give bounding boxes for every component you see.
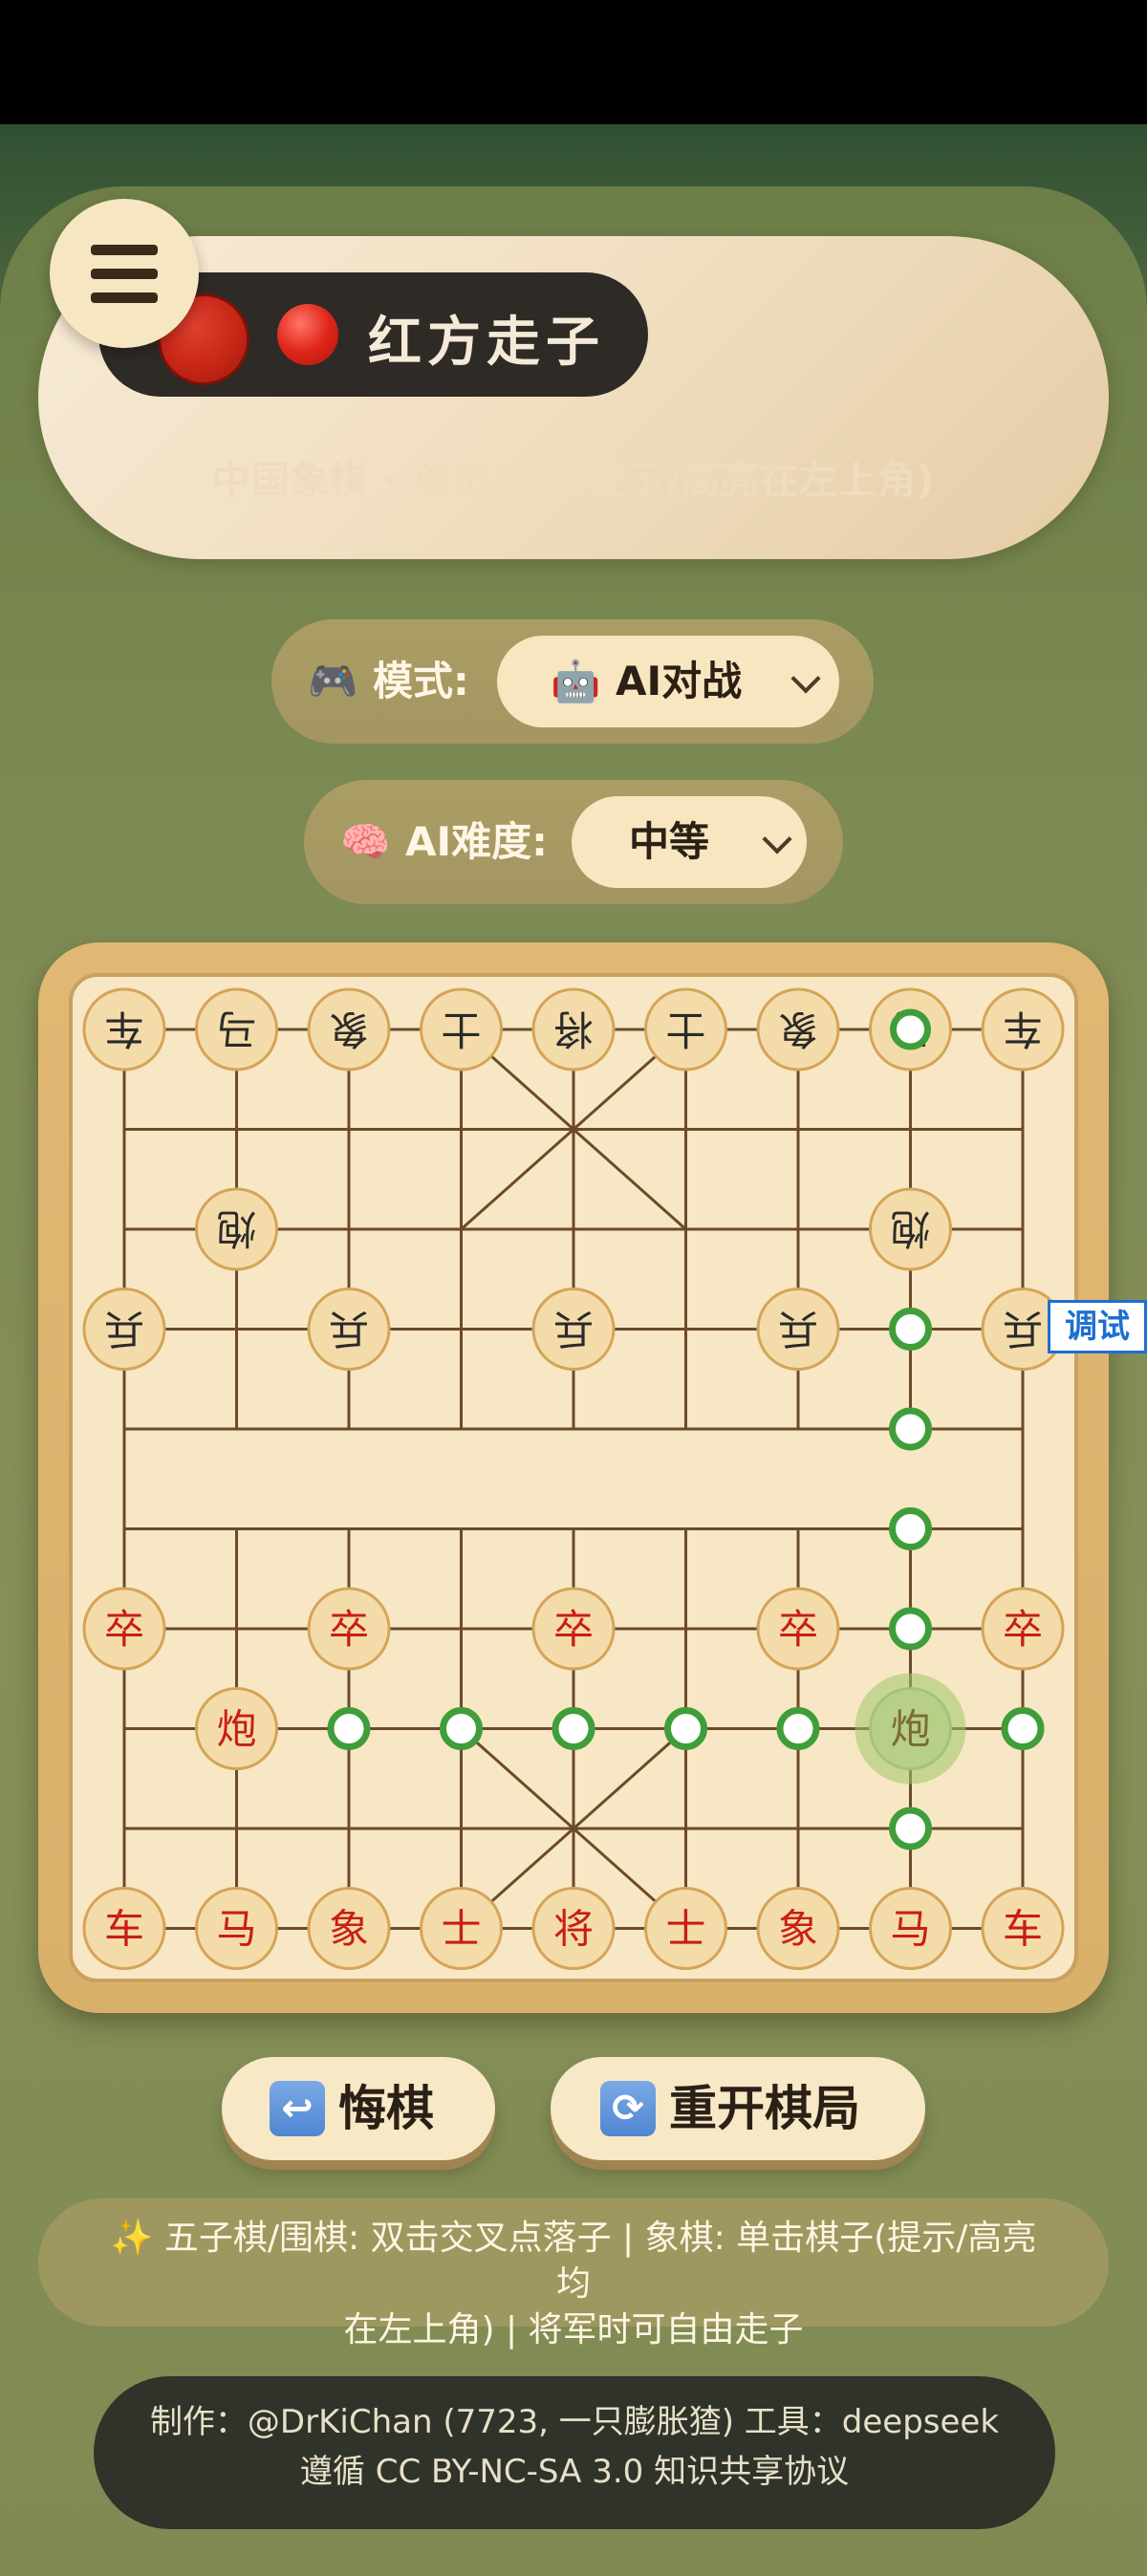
black-piece[interactable]: 炮 xyxy=(869,1187,952,1271)
black-piece[interactable]: 象 xyxy=(307,987,391,1072)
red-piece[interactable]: 马 xyxy=(869,1887,952,1970)
piece-label: 卒 xyxy=(553,1606,594,1653)
red-piece[interactable]: 象 xyxy=(307,1887,391,1970)
red-piece[interactable]: 卒 xyxy=(82,1587,166,1671)
red-piece[interactable]: 士 xyxy=(644,1887,727,1970)
piece-label: 卒 xyxy=(778,1606,818,1653)
move-hint-marker[interactable] xyxy=(327,1707,371,1750)
red-piece[interactable]: 卒 xyxy=(531,1587,616,1671)
red-piece[interactable]: 卒 xyxy=(307,1587,391,1671)
move-hint-marker[interactable] xyxy=(889,1308,932,1351)
debug-button[interactable]: 调试 xyxy=(1048,1300,1147,1353)
red-piece[interactable]: 车 xyxy=(82,1887,166,1970)
black-piece[interactable]: 兵 xyxy=(82,1288,166,1371)
piece-label: 士 xyxy=(665,1006,705,1052)
footer-line-2: 遵循 CC BY-NC-SA 3.0 知识共享协议 xyxy=(299,2453,850,2491)
piece-label: 炮 xyxy=(890,1706,930,1753)
red-piece[interactable]: 卒 xyxy=(756,1587,840,1671)
move-hint-marker[interactable] xyxy=(440,1707,483,1750)
hamburger-icon-line xyxy=(91,245,158,255)
hamburger-icon-line xyxy=(91,269,158,279)
piece-label: 象 xyxy=(329,1906,369,1953)
move-hint-marker[interactable] xyxy=(889,1607,932,1651)
piece-label: 车 xyxy=(104,1006,144,1052)
piece-label: 马 xyxy=(216,1906,256,1953)
piece-label: 将 xyxy=(553,1906,594,1953)
restart-button[interactable]: ⟳ 重开棋局 xyxy=(551,2057,925,2160)
undo-arrow-icon: ↩ xyxy=(270,2080,325,2136)
black-piece[interactable]: 车 xyxy=(981,987,1065,1072)
move-hint-marker[interactable] xyxy=(776,1707,820,1750)
move-hint-marker[interactable] xyxy=(664,1707,707,1750)
menu-button[interactable] xyxy=(50,199,199,348)
move-hint-marker[interactable] xyxy=(889,1507,932,1550)
piece-label: 象 xyxy=(778,1006,818,1052)
black-piece[interactable]: 马 xyxy=(195,987,278,1072)
black-piece[interactable]: 兵 xyxy=(531,1288,616,1371)
move-hint-marker[interactable] xyxy=(1001,1707,1045,1750)
black-piece[interactable]: 士 xyxy=(420,987,503,1072)
red-piece[interactable]: 卒 xyxy=(981,1587,1065,1671)
black-piece[interactable]: 象 xyxy=(756,987,840,1072)
undo-button[interactable]: ↩ 悔棋 xyxy=(222,2057,495,2160)
footer-credits: 制作：@DrKiChan (7723, 一只膨胀猹) 工具：deepseek 遵… xyxy=(94,2376,1055,2529)
piece-label: 炮 xyxy=(216,1205,256,1252)
piece-label: 卒 xyxy=(104,1606,144,1653)
hamburger-icon-line xyxy=(91,292,158,303)
refresh-icon: ⟳ xyxy=(600,2080,656,2136)
black-piece[interactable]: 士 xyxy=(644,987,727,1072)
move-hint-marker[interactable] xyxy=(889,1807,932,1851)
piece-label: 卒 xyxy=(1003,1606,1043,1653)
tips-line-1: ✨ 五子棋/围棋: 双击交叉点落子 | 象棋: 单击棋子(提示/高亮均 xyxy=(110,2219,1037,2304)
red-piece[interactable]: 车 xyxy=(981,1887,1065,1970)
move-hint-marker[interactable] xyxy=(552,1707,595,1750)
piece-label: 兵 xyxy=(104,1306,144,1353)
piece-label: 兵 xyxy=(1003,1306,1043,1353)
restart-label: 重开棋局 xyxy=(669,2081,860,2136)
piece-label: 马 xyxy=(216,1006,256,1052)
red-piece[interactable]: 炮 xyxy=(195,1687,278,1770)
red-piece[interactable]: 将 xyxy=(531,1887,616,1970)
piece-label: 将 xyxy=(553,1006,594,1052)
piece-label: 马 xyxy=(890,1906,930,1953)
black-piece[interactable]: 兵 xyxy=(307,1288,391,1371)
move-hint-marker[interactable] xyxy=(890,1008,931,1050)
red-piece[interactable]: 士 xyxy=(420,1887,503,1970)
piece-label: 炮 xyxy=(890,1205,930,1252)
piece-label: 炮 xyxy=(216,1706,256,1753)
piece-label: 车 xyxy=(1003,1006,1043,1052)
footer-line-1: 制作：@DrKiChan (7723, 一只膨胀猹) 工具：deepseek xyxy=(149,2403,1000,2441)
black-piece[interactable]: 炮 xyxy=(195,1187,278,1271)
piece-label: 象 xyxy=(329,1006,369,1052)
red-piece[interactable]: 马 xyxy=(195,1887,278,1970)
piece-label: 兵 xyxy=(553,1306,594,1353)
piece-label: 士 xyxy=(665,1906,705,1953)
piece-label: 士 xyxy=(441,1906,481,1953)
piece-label: 象 xyxy=(778,1906,818,1953)
move-hint-marker[interactable] xyxy=(889,1407,932,1451)
black-piece[interactable]: 兵 xyxy=(756,1288,840,1371)
piece-label: 车 xyxy=(1003,1906,1043,1953)
red-piece[interactable]: 象 xyxy=(756,1887,840,1970)
piece-label: 士 xyxy=(441,1006,481,1052)
black-piece[interactable]: 车 xyxy=(82,987,166,1072)
piece-label: 兵 xyxy=(778,1306,818,1353)
selected-piece[interactable]: 炮 xyxy=(855,1673,966,1785)
tips-line-2: 在左上角) | 将军时可自由走子 xyxy=(343,2310,804,2349)
undo-label: 悔棋 xyxy=(338,2081,434,2136)
tips-banner: ✨ 五子棋/围棋: 双击交叉点落子 | 象棋: 单击棋子(提示/高亮均 在左上角… xyxy=(38,2198,1109,2349)
piece-label: 车 xyxy=(104,1906,144,1953)
piece-label: 卒 xyxy=(329,1606,369,1653)
piece-label: 兵 xyxy=(329,1306,369,1353)
black-piece[interactable]: 将 xyxy=(531,987,616,1072)
board-canvas[interactable]: 车马象士将士象马车炮炮兵兵兵兵兵卒卒卒卒卒炮车马象士将士象马车炮 xyxy=(0,0,1147,2535)
